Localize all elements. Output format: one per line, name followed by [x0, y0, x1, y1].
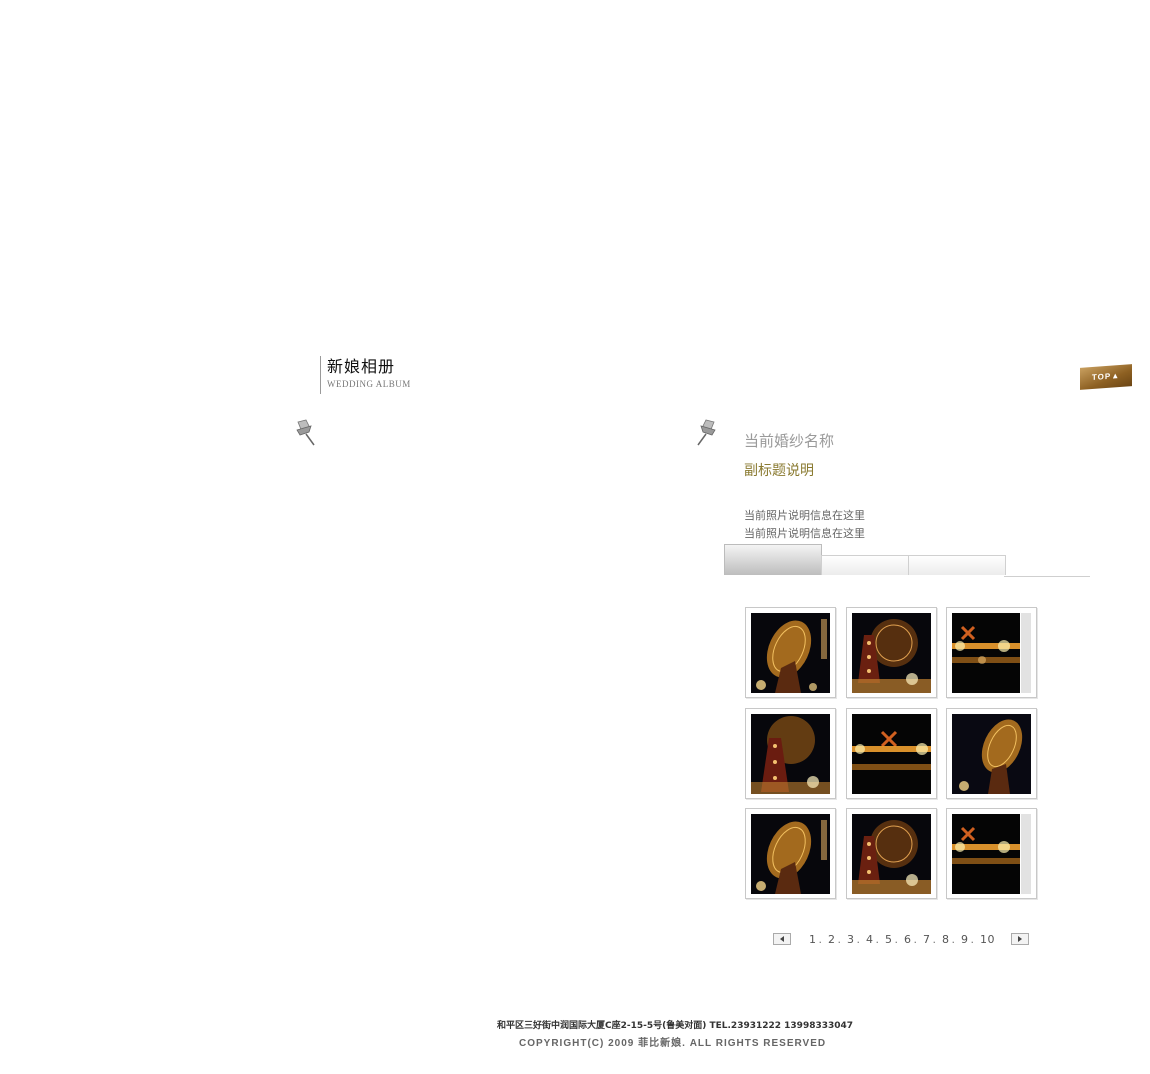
page-link[interactable]: 10	[980, 933, 995, 946]
page-link[interactable]: 1	[809, 933, 817, 946]
dress-name: 当前婚纱名称	[744, 432, 835, 450]
ferris-wheel-photo	[751, 714, 830, 794]
footer-address: 和平区三好街中润国际大厦C座2-15-5号(鲁美对面) TEL.23931222…	[497, 1021, 854, 1031]
pushpin-icon	[694, 418, 718, 448]
ferris-wheel-photo	[852, 613, 931, 693]
thumbnail[interactable]	[846, 607, 937, 698]
pagination: 1. 2. 3. 4. 5. 6. 7. 8. 9. 10	[773, 932, 1029, 946]
thumbnail[interactable]	[745, 708, 836, 799]
windmill-lights-photo	[952, 814, 1020, 894]
next-page-button[interactable]	[1011, 933, 1029, 945]
page-link[interactable]: 3	[847, 933, 855, 946]
thumbnail[interactable]	[846, 708, 937, 799]
ferris-wheel-photo	[952, 714, 1031, 794]
thumbnail[interactable]	[946, 808, 1037, 899]
pushpin-icon	[294, 418, 318, 448]
top-button[interactable]: TOP▲	[1080, 364, 1132, 390]
photo-description-line: 当前照片说明信息在这里	[744, 509, 865, 522]
photo-description-line: 当前照片说明信息在这里	[744, 527, 865, 540]
page-link[interactable]: 9	[961, 933, 969, 946]
thumbnail[interactable]	[946, 607, 1037, 698]
thumbnail[interactable]	[745, 607, 836, 698]
footer-copyright: COPYRIGHT(C) 2009 菲比新娘. ALL RIGHTS RESER…	[519, 1038, 827, 1049]
page-link[interactable]: 6	[904, 933, 912, 946]
ferris-wheel-photo	[751, 814, 830, 894]
thumbnail[interactable]	[745, 808, 836, 899]
tab-3[interactable]	[908, 555, 1006, 575]
page-link[interactable]: 5	[885, 933, 893, 946]
thumbnail-strip	[1021, 814, 1031, 894]
thumbnail[interactable]	[946, 708, 1037, 799]
dress-subtitle: 副标题说明	[744, 463, 814, 479]
ferris-wheel-photo	[751, 613, 830, 693]
tab-baseline	[1004, 576, 1090, 577]
arrow-left-icon	[780, 936, 784, 942]
tab-1[interactable]	[724, 544, 822, 575]
prev-page-button[interactable]	[773, 933, 791, 945]
page-link[interactable]: 7	[923, 933, 931, 946]
thumbnail-strip	[1021, 613, 1031, 693]
windmill-lights-photo	[952, 613, 1020, 693]
ferris-wheel-photo	[852, 814, 931, 894]
page-link[interactable]: 4	[866, 933, 874, 946]
tab-2[interactable]	[821, 555, 910, 575]
section-title-cn: 新娘相册	[327, 357, 396, 376]
page-link[interactable]: 8	[942, 933, 950, 946]
tab-bar	[724, 544, 1090, 578]
section-title: 新娘相册 WEDDING ALBUM	[320, 356, 411, 394]
page-numbers: 1. 2. 3. 4. 5. 6. 7. 8. 9. 10	[809, 932, 995, 946]
windmill-lights-photo	[852, 714, 931, 794]
section-title-en: WEDDING ALBUM	[327, 379, 411, 389]
thumbnail[interactable]	[846, 808, 937, 899]
page-link[interactable]: 2	[828, 933, 836, 946]
arrow-right-icon	[1018, 936, 1022, 942]
